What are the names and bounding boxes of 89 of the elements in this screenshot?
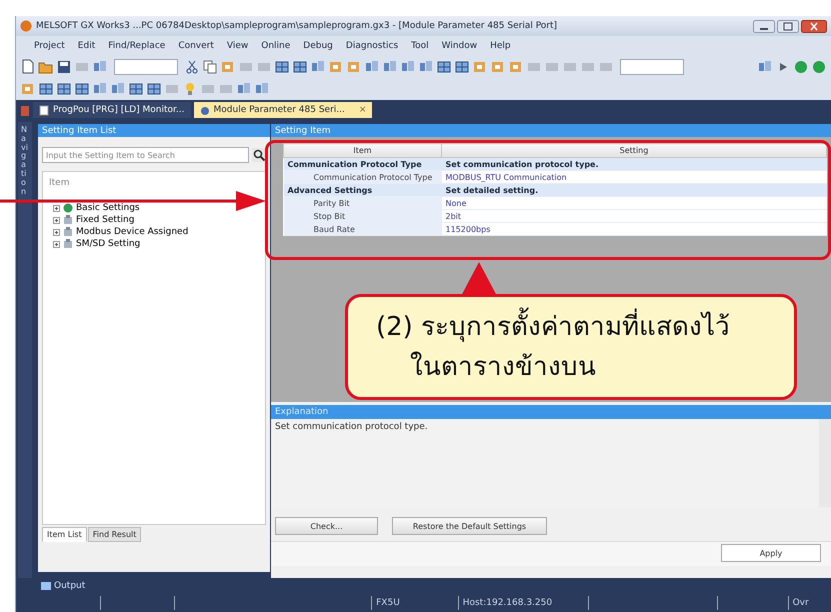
- apply-button[interactable]: Apply: [721, 544, 821, 562]
- menu-item[interactable]: Tool: [411, 41, 429, 51]
- panel-header: Setting Item List: [38, 124, 270, 137]
- copy-icon: [202, 59, 218, 75]
- setting-circle-icon: [63, 203, 73, 213]
- tree-item[interactable]: SM/SD Setting: [76, 239, 140, 249]
- run-circle-icon: [811, 59, 827, 75]
- tool-icon: [472, 59, 488, 75]
- close-tab-icon[interactable]: ×: [358, 105, 366, 115]
- module-icon: [63, 215, 73, 225]
- scissors-icon: [184, 59, 200, 75]
- tree-item[interactable]: Basic Settings: [76, 203, 140, 213]
- tool-icon: [220, 59, 236, 75]
- menu-item[interactable]: Help: [490, 41, 511, 51]
- panel-header: Setting Item: [271, 124, 831, 137]
- close-icon[interactable]: [801, 20, 827, 32]
- table-cell[interactable]: None: [442, 196, 826, 210]
- tool-icon: [346, 59, 362, 75]
- menu-item[interactable]: Convert: [178, 41, 214, 51]
- status-text: Ovr: [792, 598, 809, 608]
- save-icon: [56, 59, 72, 75]
- app-logo-icon: [20, 20, 32, 32]
- search-icon[interactable]: [252, 148, 266, 162]
- tool-icon: [20, 81, 36, 97]
- grid-icon: [74, 81, 90, 97]
- output-icon: [41, 582, 51, 590]
- grid-icon: [274, 59, 290, 75]
- grid-icon: [292, 59, 308, 75]
- navigation-panel[interactable]: Navigation: [18, 122, 32, 578]
- column-header: Item: [284, 144, 442, 158]
- group-description: Set detailed setting.: [442, 184, 826, 196]
- table-cell: Communication Protocol Type: [284, 170, 442, 184]
- document-icon: [20, 59, 36, 75]
- menu-item[interactable]: Diagnostics: [346, 41, 398, 51]
- grid-icon: [436, 59, 452, 75]
- menu-item[interactable]: View: [226, 41, 248, 51]
- group-heading: Advanced Settings: [284, 184, 442, 196]
- status-text: FX5U: [376, 598, 400, 608]
- table-cell[interactable]: 115200bps: [442, 222, 826, 236]
- document-tab[interactable]: ProgPou [PRG] [LD] Monitor...: [33, 102, 191, 118]
- restore-defaults-button[interactable]: Restore the Default Settings: [392, 517, 547, 535]
- table-cell: Baud Rate: [284, 222, 442, 236]
- group-heading: Communication Protocol Type: [284, 158, 442, 170]
- document-tab[interactable]: Module Parameter 485 Seri... ×: [194, 102, 372, 118]
- table-cell: Stop Bit: [284, 210, 442, 222]
- expand-icon[interactable]: [53, 228, 60, 236]
- menu-item[interactable]: Find/Replace: [108, 41, 166, 51]
- menu-item[interactable]: Online: [261, 41, 290, 51]
- expand-icon[interactable]: [53, 216, 60, 224]
- tool-icon: [490, 59, 506, 75]
- menu-item[interactable]: Window: [442, 41, 478, 51]
- navigation-label: Navigation: [21, 126, 29, 198]
- column-header: Setting: [442, 144, 826, 158]
- column-header: Item: [49, 178, 70, 188]
- grid-icon: [146, 81, 162, 97]
- menu-item[interactable]: Project: [34, 41, 65, 51]
- callout-text: ในตารางข้างบน: [409, 350, 597, 384]
- callout-text: (2) ระบุการตั้งค่าตามที่แสดงไว้: [376, 307, 794, 347]
- panel-tab[interactable]: Item List: [42, 527, 87, 542]
- grid-icon: [454, 59, 470, 75]
- check-button[interactable]: Check...: [275, 517, 378, 535]
- expand-icon[interactable]: [53, 240, 60, 248]
- group-description: Set communication protocol type.: [442, 158, 826, 170]
- module-icon: [63, 227, 73, 237]
- run-circle-icon: [793, 59, 809, 75]
- grid-icon: [38, 81, 54, 97]
- explanation-text: Set communication protocol type.: [275, 422, 428, 432]
- table-cell[interactable]: 2bit: [442, 210, 826, 222]
- search-field[interactable]: Input the Setting Item to Search: [42, 147, 249, 163]
- menu-item[interactable]: Edit: [78, 41, 96, 51]
- menu-item[interactable]: Debug: [303, 41, 333, 51]
- tool-icon: [328, 59, 344, 75]
- tree-item[interactable]: Modbus Device Assigned: [76, 227, 188, 237]
- expand-icon[interactable]: [53, 204, 60, 212]
- maximize-icon[interactable]: [777, 20, 799, 32]
- panel-header: Explanation: [271, 405, 831, 419]
- tool-icon: [508, 59, 524, 75]
- grid-icon: [56, 81, 72, 97]
- grid-icon: [128, 81, 144, 97]
- output-tab[interactable]: Output: [54, 581, 86, 591]
- document-icon: [39, 104, 49, 116]
- table-cell: Parity Bit: [284, 196, 442, 210]
- tree-item[interactable]: Fixed Setting: [76, 215, 134, 225]
- panel-tab[interactable]: Find Result: [88, 527, 142, 542]
- minimize-icon[interactable]: [753, 20, 775, 32]
- module-icon: [63, 239, 73, 249]
- window-title: MELSOFT GX Works3 ...PC 06784Desktop\sampleprogram\sampleprogram.gx3 - [Module Parameter 485 Serial Port]: [36, 21, 558, 31]
- status-text: Host:192.168.3.250: [462, 598, 552, 608]
- pin-icon: [20, 104, 30, 118]
